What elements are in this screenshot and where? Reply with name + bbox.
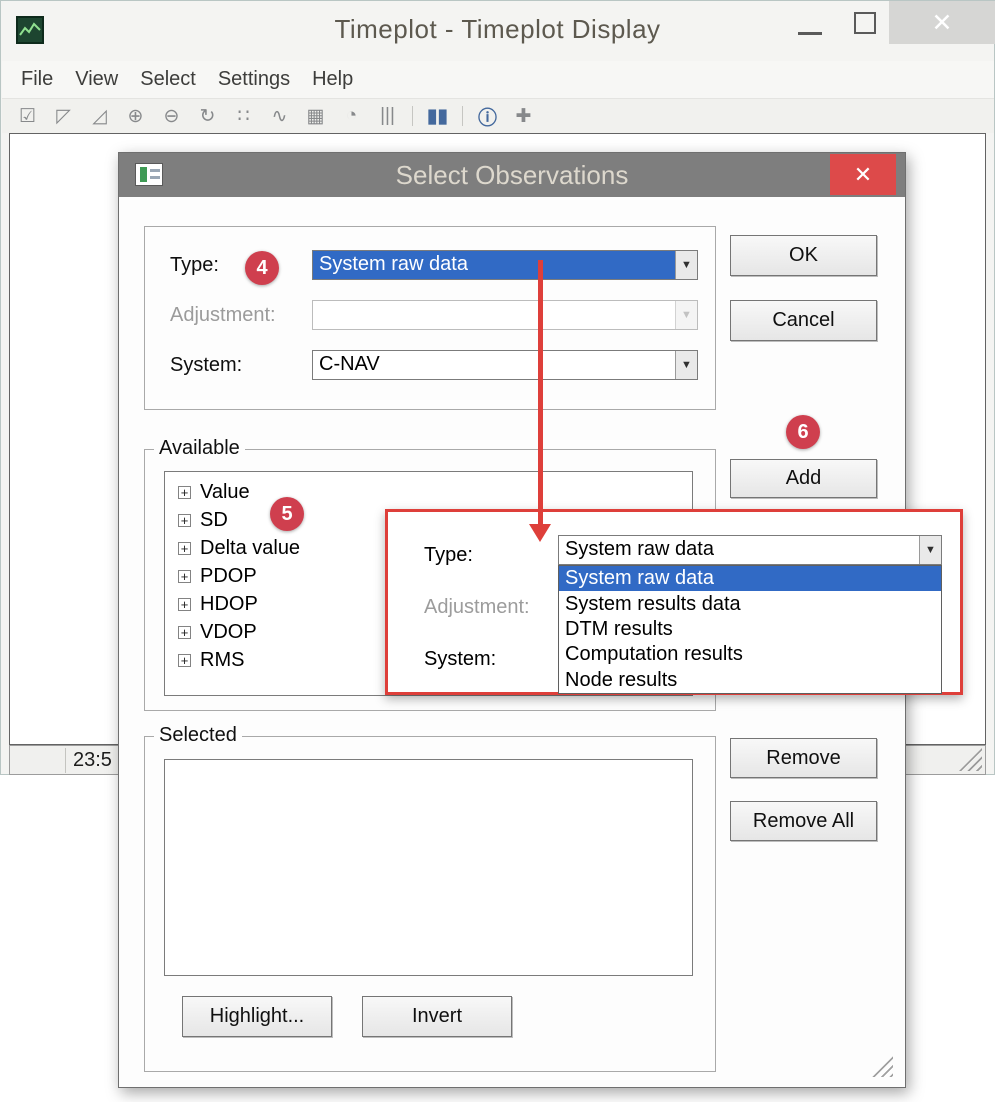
type-label: Type: bbox=[170, 254, 219, 277]
expander-icon[interactable]: + bbox=[178, 486, 191, 499]
menu-view[interactable]: View bbox=[64, 68, 129, 91]
maximize-button[interactable] bbox=[854, 12, 876, 34]
menubar: File View Select Settings Help bbox=[2, 61, 994, 99]
add-button[interactable]: Add bbox=[730, 459, 877, 498]
statusbar-divider bbox=[65, 748, 66, 773]
annotation-arrow-line bbox=[538, 260, 543, 526]
type-dropdown[interactable]: System raw data ▼ bbox=[312, 250, 698, 280]
menu-help[interactable]: Help bbox=[301, 68, 364, 91]
overlay-adjustment-label: Adjustment: bbox=[424, 596, 530, 619]
select-region-alt-icon[interactable]: ◿ bbox=[88, 105, 111, 128]
dialog-titlebar[interactable]: Select Observations ✕ bbox=[119, 153, 905, 197]
select-observations-dialog: Select Observations ✕ Type: System raw d… bbox=[118, 152, 906, 1088]
type-system-group: Type: System raw data ▼ Adjustment: ▼ Sy… bbox=[144, 226, 716, 410]
system-label: System: bbox=[170, 354, 242, 377]
menu-file[interactable]: File bbox=[10, 68, 64, 91]
pie-chart-icon[interactable]: ◔ bbox=[340, 105, 363, 127]
expander-icon[interactable]: + bbox=[178, 598, 191, 611]
expander-icon[interactable]: + bbox=[178, 542, 191, 555]
toolbar: ☑ ◸ ◿ ⊕ ⊖ ↻ ∷ ∿ ▦ ◔ ||| ▮▮ ⓘ ✚ bbox=[2, 99, 994, 133]
refresh-icon[interactable]: ↻ bbox=[196, 105, 219, 128]
overlay-system-label: System: bbox=[424, 648, 496, 671]
tree-item-label: SD bbox=[200, 509, 228, 532]
dropdown-option[interactable]: System raw data bbox=[559, 566, 941, 591]
annotation-badge-4: 4 bbox=[245, 251, 279, 285]
annotation-badge-5: 5 bbox=[270, 497, 304, 531]
expander-icon[interactable]: + bbox=[178, 514, 191, 527]
window-titlebar[interactable]: Timeplot - Timeplot Display ✕ bbox=[1, 1, 994, 61]
expander-icon[interactable]: + bbox=[178, 570, 191, 583]
tree-item-label: Delta value bbox=[200, 537, 300, 560]
zoom-in-icon[interactable]: ⊕ bbox=[124, 105, 147, 128]
adjustment-dropdown: ▼ bbox=[312, 300, 698, 330]
selected-group-label: Selected bbox=[154, 724, 242, 747]
tree-item-label: Value bbox=[200, 481, 250, 504]
window-title: Timeplot - Timeplot Display bbox=[1, 14, 994, 45]
type-dropdown-value: System raw data bbox=[313, 251, 675, 279]
tree-item-label: PDOP bbox=[200, 565, 257, 588]
pause-icon[interactable]: ▮▮ bbox=[426, 105, 449, 128]
dropdown-option[interactable]: System results data bbox=[559, 591, 941, 616]
dropdown-option[interactable]: Node results bbox=[559, 668, 941, 693]
dialog-resize-grip[interactable] bbox=[867, 1051, 893, 1077]
available-group-label: Available bbox=[154, 437, 245, 460]
minimize-button[interactable] bbox=[798, 32, 822, 35]
cancel-button[interactable]: Cancel bbox=[730, 300, 877, 341]
system-dropdown[interactable]: C-NAV ▼ bbox=[312, 350, 698, 380]
overlay-type-dropdown[interactable]: System raw data ▼ bbox=[558, 535, 942, 565]
tree-item-label: HDOP bbox=[200, 593, 258, 616]
grid-icon[interactable]: ▦ bbox=[304, 105, 327, 128]
adjustment-dropdown-value bbox=[313, 301, 675, 329]
dropdown-option[interactable]: DTM results bbox=[559, 617, 941, 642]
adjustment-label: Adjustment: bbox=[170, 304, 276, 327]
annotation-arrow-head bbox=[529, 524, 551, 542]
dropdown-option[interactable]: Computation results bbox=[559, 642, 941, 667]
ok-button[interactable]: OK bbox=[730, 235, 877, 276]
expander-icon[interactable]: + bbox=[178, 626, 191, 639]
toolbar-separator bbox=[412, 106, 413, 126]
info-icon[interactable]: ⓘ bbox=[476, 103, 499, 130]
chevron-down-icon[interactable]: ▼ bbox=[675, 251, 697, 279]
invert-button[interactable]: Invert bbox=[362, 996, 512, 1037]
select-region-icon[interactable]: ◸ bbox=[52, 105, 75, 128]
pointer-target-icon[interactable]: ✚ bbox=[512, 105, 535, 128]
remove-all-button[interactable]: Remove All bbox=[730, 801, 877, 841]
overlay-type-dropdown-value: System raw data bbox=[559, 536, 919, 564]
status-time: 23:5 bbox=[73, 749, 112, 772]
expander-icon[interactable]: + bbox=[178, 654, 191, 667]
dialog-close-button[interactable]: ✕ bbox=[830, 154, 896, 195]
chevron-down-icon[interactable]: ▼ bbox=[919, 536, 941, 564]
remove-button[interactable]: Remove bbox=[730, 738, 877, 778]
selected-listbox[interactable] bbox=[164, 759, 693, 976]
toolbar-separator bbox=[462, 106, 463, 126]
dropdown-open-overlay: Type: Adjustment: System: System raw dat… bbox=[385, 509, 963, 695]
zoom-out-icon[interactable]: ⊖ bbox=[160, 105, 183, 128]
chevron-down-icon[interactable]: ▼ bbox=[675, 351, 697, 379]
scatter-plot-icon[interactable]: ∷ bbox=[232, 105, 255, 128]
window-resize-grip[interactable] bbox=[959, 748, 982, 771]
confirm-icon[interactable]: ☑ bbox=[16, 105, 39, 128]
overlay-type-label: Type: bbox=[424, 544, 473, 567]
system-dropdown-value: C-NAV bbox=[313, 351, 675, 379]
annotation-badge-6: 6 bbox=[786, 415, 820, 449]
tree-item[interactable]: + Value bbox=[165, 478, 692, 506]
chevron-down-icon: ▼ bbox=[675, 301, 697, 329]
tree-item-label: RMS bbox=[200, 649, 244, 672]
menu-select[interactable]: Select bbox=[129, 68, 207, 91]
close-button[interactable]: ✕ bbox=[889, 1, 995, 44]
highlight-button[interactable]: Highlight... bbox=[182, 996, 332, 1037]
menu-settings[interactable]: Settings bbox=[207, 68, 301, 91]
line-chart-icon[interactable]: ∿ bbox=[268, 105, 291, 128]
overlay-dropdown-list[interactable]: System raw data System results data DTM … bbox=[558, 565, 942, 694]
ruler-icon[interactable]: ||| bbox=[376, 105, 399, 127]
dialog-title: Select Observations bbox=[119, 160, 905, 191]
screen: Timeplot - Timeplot Display ✕ File View … bbox=[0, 0, 995, 1102]
tree-item-label: VDOP bbox=[200, 621, 257, 644]
